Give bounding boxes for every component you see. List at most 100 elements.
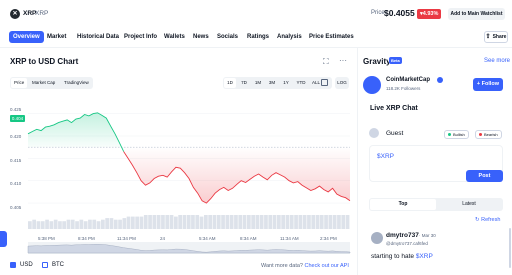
chart-type-price[interactable]: Price <box>11 78 28 88</box>
tab-wallets[interactable]: Wallets <box>160 31 189 43</box>
volume-bar <box>272 215 277 229</box>
price-value: $0.4055 <box>384 8 415 18</box>
tab-ratings[interactable]: Ratings <box>243 31 273 43</box>
post-avatar[interactable] <box>371 232 383 244</box>
tab-price-estimates[interactable]: Price Estimates <box>305 31 358 43</box>
compose-text[interactable]: $XRP <box>377 153 394 160</box>
post-button[interactable]: Post <box>466 170 503 182</box>
range-ytd[interactable]: YTD <box>294 78 308 88</box>
tab-news[interactable]: News <box>189 31 213 43</box>
volume-bar <box>182 215 187 229</box>
volume-bar <box>40 221 45 229</box>
guest-avatar <box>369 128 379 138</box>
volume-bar <box>264 215 268 229</box>
calendar-icon[interactable] <box>321 79 328 86</box>
log-scale-button[interactable]: LOG <box>335 77 349 89</box>
volume-bar <box>204 215 208 229</box>
range-3m[interactable]: 3M <box>266 78 278 88</box>
volume-bar <box>79 219 84 229</box>
beta-badge: Beta <box>389 57 402 64</box>
x-tick-label: 8:34 AM <box>240 236 257 241</box>
post-text: starting to hate $XRP <box>371 253 433 260</box>
volume-bar <box>229 215 234 229</box>
y-tick-label: 0.410 <box>10 181 22 186</box>
legend-usd[interactable]: USD <box>10 262 33 268</box>
chart-type-market-cap[interactable]: Market Cap <box>29 78 58 88</box>
coinmarketcap-avatar[interactable] <box>363 76 381 94</box>
volume-bar <box>332 215 337 229</box>
checkbox-icon <box>42 262 48 268</box>
api-promo-text: Want more data? <box>261 263 303 269</box>
share-button[interactable]: ⇪ Share <box>484 31 508 43</box>
volume-bar <box>58 221 62 229</box>
tab-market[interactable]: Market <box>43 31 70 43</box>
see-more-link[interactable]: See more <box>484 58 510 64</box>
chart-title: XRP to USD Chart <box>10 57 79 66</box>
post-date: · Mar 30 <box>419 233 436 238</box>
volume-bar <box>169 215 174 229</box>
coin-header: ✕ XRP XRP Price: $0.4055 ▾4.93% Add to M… <box>0 0 512 28</box>
tab-overview[interactable]: Overview <box>9 31 44 43</box>
tab-analysis[interactable]: Analysis <box>273 31 306 43</box>
price-chart[interactable] <box>0 92 357 257</box>
tab-historical-data[interactable]: Historical Data <box>73 31 123 43</box>
api-link[interactable]: Check out our API <box>305 263 349 269</box>
bearish-button[interactable]: Bearish <box>475 130 502 139</box>
gravity-title: Gravity <box>363 57 391 66</box>
volume-bar <box>156 215 161 229</box>
share-icon: ⇪ <box>485 34 491 40</box>
volume-bar <box>195 215 200 229</box>
volume-bar <box>225 215 230 229</box>
chart-type-tradingview[interactable]: TradingView <box>61 78 92 88</box>
range-1y[interactable]: 1Y <box>280 78 292 88</box>
account-name[interactable]: CoinMarketCap <box>386 77 430 83</box>
volume-bar <box>131 216 135 229</box>
volume-bar <box>341 215 346 229</box>
volume-bar <box>298 215 303 229</box>
volume-bar <box>45 219 49 229</box>
volume-bar <box>83 221 88 229</box>
tab-project-info[interactable]: Project Info <box>120 31 161 43</box>
volume-bar <box>92 219 97 229</box>
volume-bar <box>165 215 170 229</box>
follower-count: 118.2K Followers <box>386 86 421 91</box>
volume-bar <box>216 215 221 229</box>
more-options-icon[interactable]: ··· <box>339 56 347 65</box>
volume-bar <box>186 215 191 229</box>
panel-divider <box>357 48 358 275</box>
volume-bar <box>285 215 290 229</box>
price-change-badge: ▾4.93% <box>417 9 442 19</box>
side-tab[interactable] <box>0 231 7 247</box>
volume-bar <box>337 215 341 229</box>
post-username[interactable]: dmytro737 <box>386 232 419 239</box>
range-1d[interactable]: 1D <box>224 78 236 88</box>
x-tick-label: 11:34 AM <box>280 236 299 241</box>
add-to-watchlist-button[interactable]: Add to Main Watchlist <box>448 8 505 20</box>
range-1m[interactable]: 1M <box>252 78 264 88</box>
post-cashtag[interactable]: $XRP <box>416 253 433 260</box>
tab-socials[interactable]: Socials <box>213 31 242 43</box>
bullish-button[interactable]: Bullish <box>444 130 469 139</box>
post-handle: @dmytro737.caf6fed <box>386 241 428 246</box>
refresh-button[interactable]: ↻ Refresh <box>475 217 500 223</box>
volume-bar <box>251 215 255 229</box>
live-chat-title: Live XRP Chat <box>370 105 418 112</box>
volume-bar <box>122 218 127 229</box>
volume-bar <box>294 215 298 229</box>
volume-bar <box>143 215 148 229</box>
volume-bar <box>302 215 307 229</box>
legend-btc[interactable]: BTC <box>42 262 64 268</box>
scrollbar[interactable] <box>509 228 511 268</box>
tab-latest[interactable]: Latest <box>436 199 502 210</box>
area-below-baseline <box>123 147 350 204</box>
tab-top[interactable]: Top <box>370 199 436 210</box>
volume-bar <box>109 218 114 229</box>
range-7d[interactable]: 7D <box>238 78 250 88</box>
volume-bar <box>75 221 79 229</box>
expand-icon[interactable]: ⛶ <box>323 57 329 67</box>
follow-button[interactable]: + Follow <box>473 78 503 91</box>
volume-bar <box>174 216 178 229</box>
x-tick-label: 8:34 PM <box>78 236 95 241</box>
volume-bar <box>319 215 324 229</box>
y-tick-label: 0.425 <box>10 107 22 112</box>
